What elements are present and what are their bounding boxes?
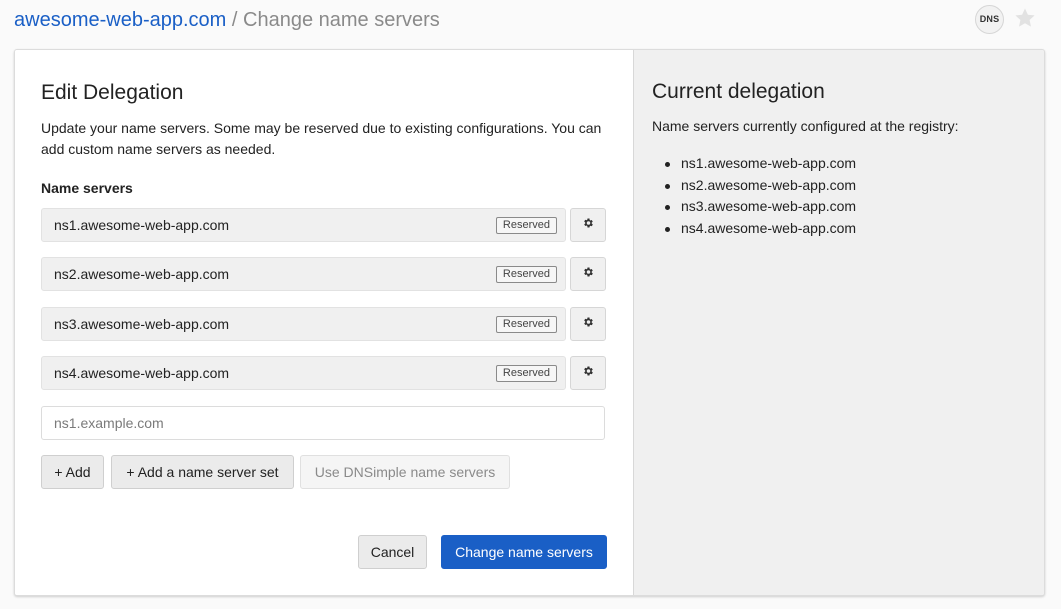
- breadcrumb-separator: /: [231, 9, 238, 31]
- name-server-row: ns1.awesome-web-app.com Reserved: [41, 208, 606, 242]
- current-name-server: ns1.awesome-web-app.com: [681, 155, 857, 171]
- name-server-row: ns2.awesome-web-app.com Reserved: [41, 257, 606, 291]
- name-server-field[interactable]: ns2.awesome-web-app.com Reserved: [41, 257, 566, 291]
- gear-icon: [582, 265, 594, 283]
- name-servers-label: Name servers: [41, 180, 133, 196]
- star-icon[interactable]: [1013, 6, 1037, 30]
- list-item: ns2.awesome-web-app.com: [652, 175, 856, 197]
- name-server-value: ns3.awesome-web-app.com: [54, 316, 230, 332]
- edit-delegation-description: Update your name servers. Some may be re…: [41, 120, 602, 157]
- settings-button[interactable]: [570, 307, 606, 341]
- name-server-field[interactable]: ns3.awesome-web-app.com Reserved: [41, 307, 566, 341]
- name-server-row: ns3.awesome-web-app.com Reserved: [41, 307, 606, 341]
- list-item: ns4.awesome-web-app.com: [652, 218, 856, 240]
- current-delegation-section: Current delegation Name servers currentl…: [635, 50, 1044, 595]
- name-server-value: ns2.awesome-web-app.com: [54, 266, 230, 282]
- gear-icon: [582, 315, 594, 333]
- new-name-server-input[interactable]: [41, 406, 605, 440]
- bullet-icon: [665, 162, 670, 167]
- use-dnsimple-name-servers-button[interactable]: Use DNSimple name servers: [300, 455, 510, 489]
- edit-delegation-title: Edit Delegation: [41, 81, 184, 104]
- gear-icon: [582, 364, 594, 382]
- edit-delegation-section: Edit Delegation Update your name servers…: [15, 50, 634, 595]
- name-server-value: ns4.awesome-web-app.com: [54, 365, 230, 381]
- name-server-field[interactable]: ns1.awesome-web-app.com Reserved: [41, 208, 566, 242]
- dns-badge[interactable]: DNS: [975, 5, 1004, 34]
- list-item: ns3.awesome-web-app.com: [652, 196, 856, 218]
- settings-button[interactable]: [570, 208, 606, 242]
- cancel-button[interactable]: Cancel: [358, 535, 427, 569]
- add-name-server-set-button[interactable]: + Add a name server set: [111, 455, 294, 489]
- name-server-row: ns4.awesome-web-app.com Reserved: [41, 356, 606, 390]
- gear-icon: [582, 216, 594, 234]
- current-delegation-title: Current delegation: [652, 80, 825, 103]
- current-name-server-list: ns1.awesome-web-app.com ns2.awesome-web-…: [652, 153, 856, 239]
- page-title: Change name servers: [243, 9, 440, 31]
- current-name-server: ns4.awesome-web-app.com: [681, 219, 857, 236]
- reserved-badge: Reserved: [495, 365, 557, 382]
- reserved-badge: Reserved: [495, 266, 557, 283]
- breadcrumb: awesome-web-app.com / Change name server…: [14, 6, 440, 34]
- settings-button[interactable]: [570, 257, 606, 291]
- delegation-panel: Edit Delegation Update your name servers…: [14, 49, 1045, 596]
- current-name-server: ns3.awesome-web-app.com: [681, 198, 857, 214]
- name-server-value: ns1.awesome-web-app.com: [54, 217, 230, 233]
- name-server-field[interactable]: ns4.awesome-web-app.com Reserved: [41, 356, 566, 390]
- change-name-servers-button[interactable]: Change name servers: [441, 535, 607, 569]
- list-item: ns1.awesome-web-app.com: [652, 153, 856, 175]
- settings-button[interactable]: [570, 356, 606, 390]
- current-delegation-description: Name servers currently configured at the…: [652, 118, 959, 134]
- add-button[interactable]: + Add: [41, 455, 104, 489]
- reserved-badge: Reserved: [495, 316, 557, 333]
- current-name-server: ns2.awesome-web-app.com: [681, 176, 857, 193]
- reserved-badge: Reserved: [495, 217, 557, 234]
- bullet-icon: [665, 205, 670, 210]
- domain-link[interactable]: awesome-web-app.com: [14, 9, 226, 31]
- bullet-icon: [665, 226, 670, 232]
- bullet-icon: [665, 183, 670, 189]
